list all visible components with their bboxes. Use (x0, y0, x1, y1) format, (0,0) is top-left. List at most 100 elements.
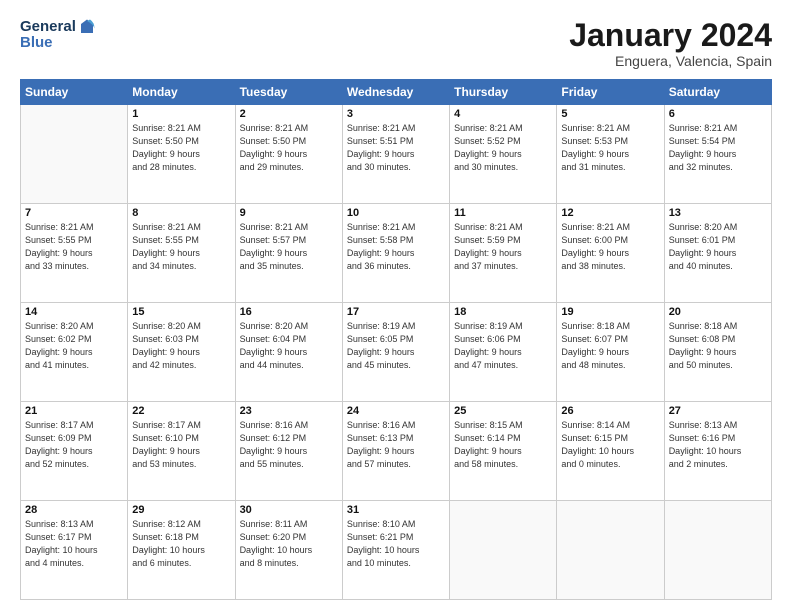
table-row: 20 Sunrise: 8:18 AMSunset: 6:08 PMDayligh… (664, 303, 771, 402)
table-row: 21 Sunrise: 8:17 AMSunset: 6:09 PMDayligh… (21, 402, 128, 501)
day-number: 1 (132, 108, 230, 120)
day-info: Sunrise: 8:11 AMSunset: 6:20 PMDaylight:… (240, 518, 338, 570)
table-row (664, 501, 771, 600)
table-row (21, 105, 128, 204)
day-info: Sunrise: 8:20 AMSunset: 6:03 PMDaylight:… (132, 320, 230, 372)
day-number: 8 (132, 207, 230, 219)
day-number: 3 (347, 108, 445, 120)
day-info: Sunrise: 8:19 AMSunset: 6:05 PMDaylight:… (347, 320, 445, 372)
day-info: Sunrise: 8:20 AMSunset: 6:02 PMDaylight:… (25, 320, 123, 372)
table-row: 17Sunrise: 8:19 AMSunset: 6:05 PMDayligh… (342, 303, 449, 402)
day-info: Sunrise: 8:18 AMSunset: 6:08 PMDaylight:… (669, 320, 767, 372)
day-number: 27 (669, 405, 767, 417)
day-number: 21 (25, 405, 123, 417)
day-number: 14 (25, 306, 123, 318)
week-row-2: 7 Sunrise: 8:21 AMSunset: 5:55 PMDaylight… (21, 204, 772, 303)
day-info: Sunrise: 8:15 AMSunset: 6:14 PMDaylight:… (454, 419, 552, 471)
day-number: 19 (561, 306, 659, 318)
logo: General Blue (20, 18, 96, 51)
col-tuesday: Tuesday (235, 80, 342, 105)
location-subtitle: Enguera, Valencia, Spain (569, 53, 772, 69)
day-number: 10 (347, 207, 445, 219)
day-number: 4 (454, 108, 552, 120)
header: General Blue January 2024 Enguera, Valen… (20, 18, 772, 69)
table-row: 11Sunrise: 8:21 AMSunset: 5:59 PMDayligh… (450, 204, 557, 303)
logo-blue: Blue (20, 34, 96, 51)
week-row-5: 28 Sunrise: 8:13 AMSunset: 6:17 PMDayligh… (21, 501, 772, 600)
table-row: 13Sunrise: 8:20 AMSunset: 6:01 PMDayligh… (664, 204, 771, 303)
table-row: 31 Sunrise: 8:10 AMSunset: 6:21 PMDayligh… (342, 501, 449, 600)
day-info: Sunrise: 8:17 AMSunset: 6:09 PMDaylight:… (25, 419, 123, 471)
table-row: 3 Sunrise: 8:21 AMSunset: 5:51 PMDaylight… (342, 105, 449, 204)
day-info: Sunrise: 8:21 AMSunset: 5:50 PMDaylight:… (132, 122, 230, 174)
day-info: Sunrise: 8:12 AMSunset: 6:18 PMDaylight:… (132, 518, 230, 570)
table-row: 7 Sunrise: 8:21 AMSunset: 5:55 PMDaylight… (21, 204, 128, 303)
table-row: 12 Sunrise: 8:21 AMSunset: 6:00 PMDayligh… (557, 204, 664, 303)
title-area: January 2024 Enguera, Valencia, Spain (569, 18, 772, 69)
day-number: 29 (132, 504, 230, 516)
table-row: 30 Sunrise: 8:11 AMSunset: 6:20 PMDayligh… (235, 501, 342, 600)
day-number: 7 (25, 207, 123, 219)
day-number: 12 (561, 207, 659, 219)
table-row: 4Sunrise: 8:21 AMSunset: 5:52 PMDaylight… (450, 105, 557, 204)
day-info: Sunrise: 8:18 AMSunset: 6:07 PMDaylight:… (561, 320, 659, 372)
col-monday: Monday (128, 80, 235, 105)
table-row: 2Sunrise: 8:21 AMSunset: 5:50 PMDaylight… (235, 105, 342, 204)
table-row: 1 Sunrise: 8:21 AMSunset: 5:50 PMDaylight… (128, 105, 235, 204)
day-info: Sunrise: 8:21 AMSunset: 6:00 PMDaylight:… (561, 221, 659, 273)
day-info: Sunrise: 8:13 AMSunset: 6:16 PMDaylight:… (669, 419, 767, 471)
day-number: 22 (132, 405, 230, 417)
day-number: 5 (561, 108, 659, 120)
table-row: 28 Sunrise: 8:13 AMSunset: 6:17 PMDayligh… (21, 501, 128, 600)
day-number: 26 (561, 405, 659, 417)
day-info: Sunrise: 8:21 AMSunset: 5:55 PMDaylight:… (25, 221, 123, 273)
table-row: 29 Sunrise: 8:12 AMSunset: 6:18 PMDayligh… (128, 501, 235, 600)
table-row: 10Sunrise: 8:21 AMSunset: 5:58 PMDayligh… (342, 204, 449, 303)
table-row: 26Sunrise: 8:14 AMSunset: 6:15 PMDayligh… (557, 402, 664, 501)
day-number: 25 (454, 405, 552, 417)
table-row: 9 Sunrise: 8:21 AMSunset: 5:57 PMDaylight… (235, 204, 342, 303)
day-number: 15 (132, 306, 230, 318)
day-info: Sunrise: 8:21 AMSunset: 5:55 PMDaylight:… (132, 221, 230, 273)
day-number: 11 (454, 207, 552, 219)
day-number: 20 (669, 306, 767, 318)
day-number: 23 (240, 405, 338, 417)
calendar: Sunday Monday Tuesday Wednesday Thursday… (20, 79, 772, 600)
table-row: 8 Sunrise: 8:21 AMSunset: 5:55 PMDaylight… (128, 204, 235, 303)
day-number: 30 (240, 504, 338, 516)
table-row: 14 Sunrise: 8:20 AMSunset: 6:02 PMDayligh… (21, 303, 128, 402)
day-number: 6 (669, 108, 767, 120)
day-number: 24 (347, 405, 445, 417)
day-info: Sunrise: 8:20 AMSunset: 6:01 PMDaylight:… (669, 221, 767, 273)
table-row: 23 Sunrise: 8:16 AMSunset: 6:12 PMDayligh… (235, 402, 342, 501)
table-row: 6Sunrise: 8:21 AMSunset: 5:54 PMDaylight… (664, 105, 771, 204)
day-number: 31 (347, 504, 445, 516)
week-row-4: 21 Sunrise: 8:17 AMSunset: 6:09 PMDayligh… (21, 402, 772, 501)
day-number: 16 (240, 306, 338, 318)
table-row: 27 Sunrise: 8:13 AMSunset: 6:16 PMDayligh… (664, 402, 771, 501)
day-info: Sunrise: 8:17 AMSunset: 6:10 PMDaylight:… (132, 419, 230, 471)
week-row-1: 1 Sunrise: 8:21 AMSunset: 5:50 PMDaylight… (21, 105, 772, 204)
table-row: 24Sunrise: 8:16 AMSunset: 6:13 PMDayligh… (342, 402, 449, 501)
col-friday: Friday (557, 80, 664, 105)
day-number: 9 (240, 207, 338, 219)
table-row: 18 Sunrise: 8:19 AMSunset: 6:06 PMDayligh… (450, 303, 557, 402)
day-info: Sunrise: 8:21 AMSunset: 5:51 PMDaylight:… (347, 122, 445, 174)
month-title: January 2024 (569, 18, 772, 53)
table-row: 19 Sunrise: 8:18 AMSunset: 6:07 PMDayligh… (557, 303, 664, 402)
table-row (450, 501, 557, 600)
table-row (557, 501, 664, 600)
day-number: 18 (454, 306, 552, 318)
day-number: 28 (25, 504, 123, 516)
day-info: Sunrise: 8:20 AMSunset: 6:04 PMDaylight:… (240, 320, 338, 372)
table-row: 25 Sunrise: 8:15 AMSunset: 6:14 PMDayligh… (450, 402, 557, 501)
day-info: Sunrise: 8:21 AMSunset: 5:57 PMDaylight:… (240, 221, 338, 273)
day-info: Sunrise: 8:19 AMSunset: 6:06 PMDaylight:… (454, 320, 552, 372)
table-row: 22 Sunrise: 8:17 AMSunset: 6:10 PMDayligh… (128, 402, 235, 501)
day-info: Sunrise: 8:16 AMSunset: 6:12 PMDaylight:… (240, 419, 338, 471)
table-row: 15 Sunrise: 8:20 AMSunset: 6:03 PMDayligh… (128, 303, 235, 402)
day-info: Sunrise: 8:10 AMSunset: 6:21 PMDaylight:… (347, 518, 445, 570)
col-sunday: Sunday (21, 80, 128, 105)
col-thursday: Thursday (450, 80, 557, 105)
day-info: Sunrise: 8:13 AMSunset: 6:17 PMDaylight:… (25, 518, 123, 570)
